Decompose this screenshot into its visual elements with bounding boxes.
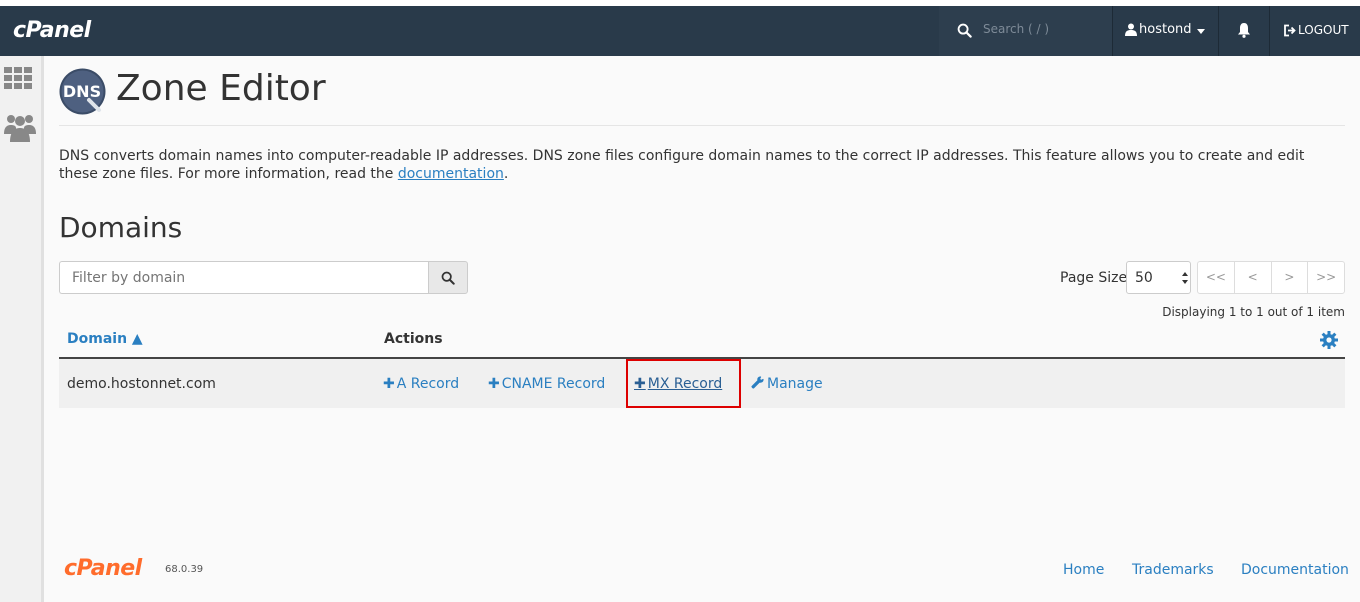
- select-arrows-icon: [1182, 272, 1188, 284]
- documentation-link[interactable]: documentation: [398, 166, 504, 182]
- chevron-down-icon: [1197, 29, 1205, 34]
- sidebar: [0, 56, 44, 602]
- filter-search-button[interactable]: [428, 261, 468, 294]
- cname-record-label: CNAME Record: [501, 376, 606, 392]
- bell-icon: [1238, 23, 1250, 38]
- top-navbar: cPanel Search ( / ) hostond LOGOUT: [0, 6, 1360, 56]
- description-end: .: [503, 166, 509, 182]
- footer-home-link[interactable]: Home: [1063, 562, 1104, 578]
- domains-heading: Domains: [59, 211, 183, 244]
- domain-column-label: Domain: [67, 331, 128, 347]
- search-placeholder: Search ( / ): [983, 22, 1050, 36]
- notifications-button[interactable]: [1219, 6, 1269, 56]
- pagination: << < > >>: [1197, 261, 1345, 294]
- domain-column-header[interactable]: Domain ▲: [67, 331, 143, 347]
- plus-icon: ✚: [383, 376, 395, 392]
- dns-icon: DNS: [59, 68, 106, 115]
- footer-cpanel-logo[interactable]: cPanel: [64, 556, 142, 581]
- title-divider: [59, 125, 1345, 126]
- first-page-button[interactable]: <<: [1198, 262, 1235, 293]
- gear-icon[interactable]: [1320, 331, 1338, 349]
- actions-column-header: Actions: [384, 331, 443, 347]
- logout-button[interactable]: LOGOUT: [1270, 6, 1360, 56]
- wrench-icon: [751, 376, 764, 389]
- logout-label: LOGOUT: [1298, 23, 1349, 37]
- displaying-count: Displaying 1 to 1 out of 1 item: [1162, 305, 1345, 319]
- user-icon: [1125, 23, 1137, 36]
- next-page-button[interactable]: >: [1272, 262, 1309, 293]
- manage-label: Manage: [767, 376, 823, 392]
- search-icon: [957, 23, 972, 38]
- page-size-value: 50: [1135, 270, 1153, 286]
- grid-icon[interactable]: [4, 67, 33, 89]
- page-title: Zone Editor: [116, 68, 326, 109]
- user-menu[interactable]: hostond: [1113, 6, 1218, 56]
- table-row: demo.hostonnet.com ✚ A Record ✚ CNAME Reco…: [59, 359, 1345, 408]
- add-cname-record-link[interactable]: ✚ CNAME Record: [488, 376, 605, 392]
- domain-cell: demo.hostonnet.com: [67, 376, 216, 392]
- a-record-label: A Record: [396, 376, 460, 392]
- username-label: hostond: [1139, 22, 1192, 37]
- filter-domain-input[interactable]: [59, 261, 429, 294]
- footer-documentation-link[interactable]: Documentation: [1241, 562, 1349, 578]
- page-size-label: Page Size: [1060, 270, 1128, 286]
- plus-icon: ✚: [488, 376, 500, 392]
- search-box[interactable]: Search ( / ): [939, 6, 1112, 56]
- page-description: DNS converts domain names into computer-…: [59, 147, 1345, 183]
- last-page-button[interactable]: >>: [1308, 262, 1344, 293]
- version-label: 68.0.39: [165, 564, 204, 575]
- prev-page-button[interactable]: <: [1235, 262, 1272, 293]
- manage-link[interactable]: Manage: [751, 376, 823, 392]
- users-icon[interactable]: [4, 112, 36, 142]
- footer-trademarks-link[interactable]: Trademarks: [1132, 562, 1214, 578]
- dns-badge-text: DNS: [63, 82, 101, 101]
- cpanel-logo[interactable]: cPanel: [13, 18, 91, 43]
- description-text: DNS converts domain names into computer-…: [59, 148, 1305, 182]
- add-a-record-link[interactable]: ✚ A Record: [383, 376, 459, 392]
- highlight-box: [626, 359, 741, 408]
- sort-asc-icon: ▲: [131, 331, 143, 347]
- logout-icon: [1284, 24, 1296, 37]
- page-size-select[interactable]: 50: [1126, 261, 1191, 294]
- search-icon: [441, 271, 455, 285]
